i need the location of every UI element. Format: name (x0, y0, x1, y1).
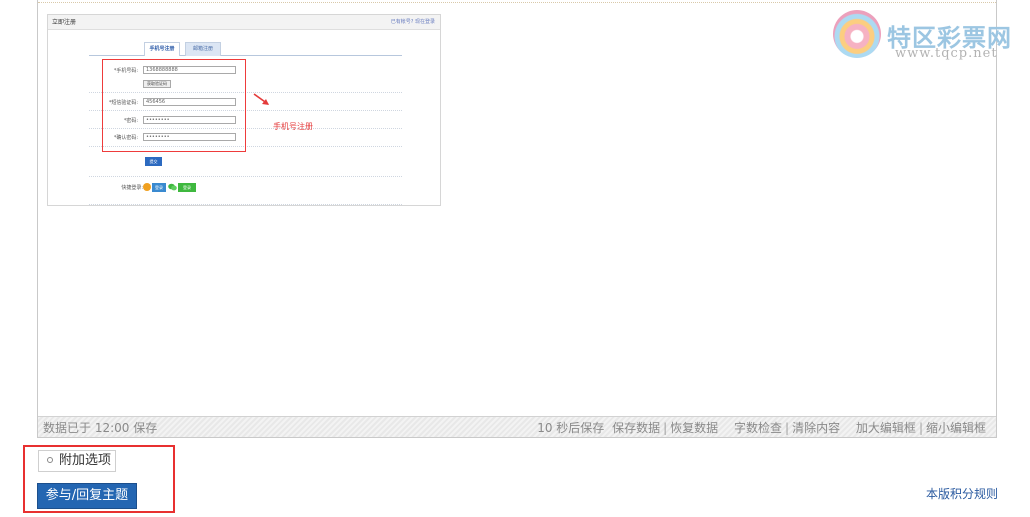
embedded-tab-phone: 手机号注册 (144, 42, 180, 56)
restore-data-link[interactable]: 恢复数据 (670, 421, 718, 435)
autosave-countdown: 10 秒后保存 (537, 421, 605, 435)
annotation-note: 手机号注册 (273, 122, 313, 131)
embedded-qq-login-button: 登录 (152, 183, 166, 192)
reply-topic-button[interactable]: 参与/回复主题 (37, 483, 137, 509)
shrink-editor-link[interactable]: 缩小编辑框 (926, 421, 986, 435)
embedded-divider (89, 176, 402, 177)
enlarge-editor-link[interactable]: 加大编辑框 (856, 421, 916, 435)
embedded-tab-email: 邮箱注册 (185, 42, 221, 56)
clear-content-link[interactable]: 清除内容 (792, 421, 840, 435)
embedded-title: 立即注册 (52, 19, 77, 26)
statusbar-actions: 10 秒后保存 保存数据 | 恢复数据 字数检查 | 清除内容 加大编辑框 | 缩小编辑框 (537, 419, 986, 436)
word-count-link[interactable]: 字数检查 (734, 421, 782, 435)
extra-options-toggle[interactable]: 附加选项 (38, 450, 116, 472)
extra-options-label: 附加选项 (59, 453, 112, 468)
embedded-login-link: 已有帐号? 现在登录 (390, 19, 435, 25)
qq-icon (143, 183, 151, 191)
embedded-header: 立即注册 已有帐号? 现在登录 (48, 15, 440, 30)
embedded-wechat-login-button: 登录 (178, 183, 196, 192)
separator: | (785, 421, 790, 435)
save-status: 数据已于 12:00 保存 (43, 421, 158, 435)
bullet-icon (47, 456, 53, 463)
separator: | (918, 421, 923, 435)
watermark-url: www.tqcp.net (895, 46, 998, 61)
editor-top-border (38, 2, 996, 3)
separator: | (663, 421, 668, 435)
embedded-submit-button: 提交 (145, 157, 162, 166)
annotation-arrow-icon (253, 93, 269, 105)
save-data-link[interactable]: 保存数据 (612, 421, 660, 435)
annotation-highlight-box (102, 59, 246, 152)
embedded-quick-login-label: 快捷登录: (121, 185, 143, 191)
editor-statusbar: 数据已于 12:00 保存 10 秒后保存 保存数据 | 恢复数据 字数检查 | 清除内… (38, 416, 996, 437)
embedded-divider (89, 204, 402, 205)
watermark-logo-icon (833, 10, 881, 58)
wechat-icon (168, 183, 177, 191)
embedded-tabs: 手机号注册 邮箱注册 (89, 42, 402, 56)
board-points-rules-link[interactable]: 本版积分规则 (926, 485, 998, 502)
site-watermark: 特区彩票网 www.tqcp.net (833, 10, 1023, 70)
